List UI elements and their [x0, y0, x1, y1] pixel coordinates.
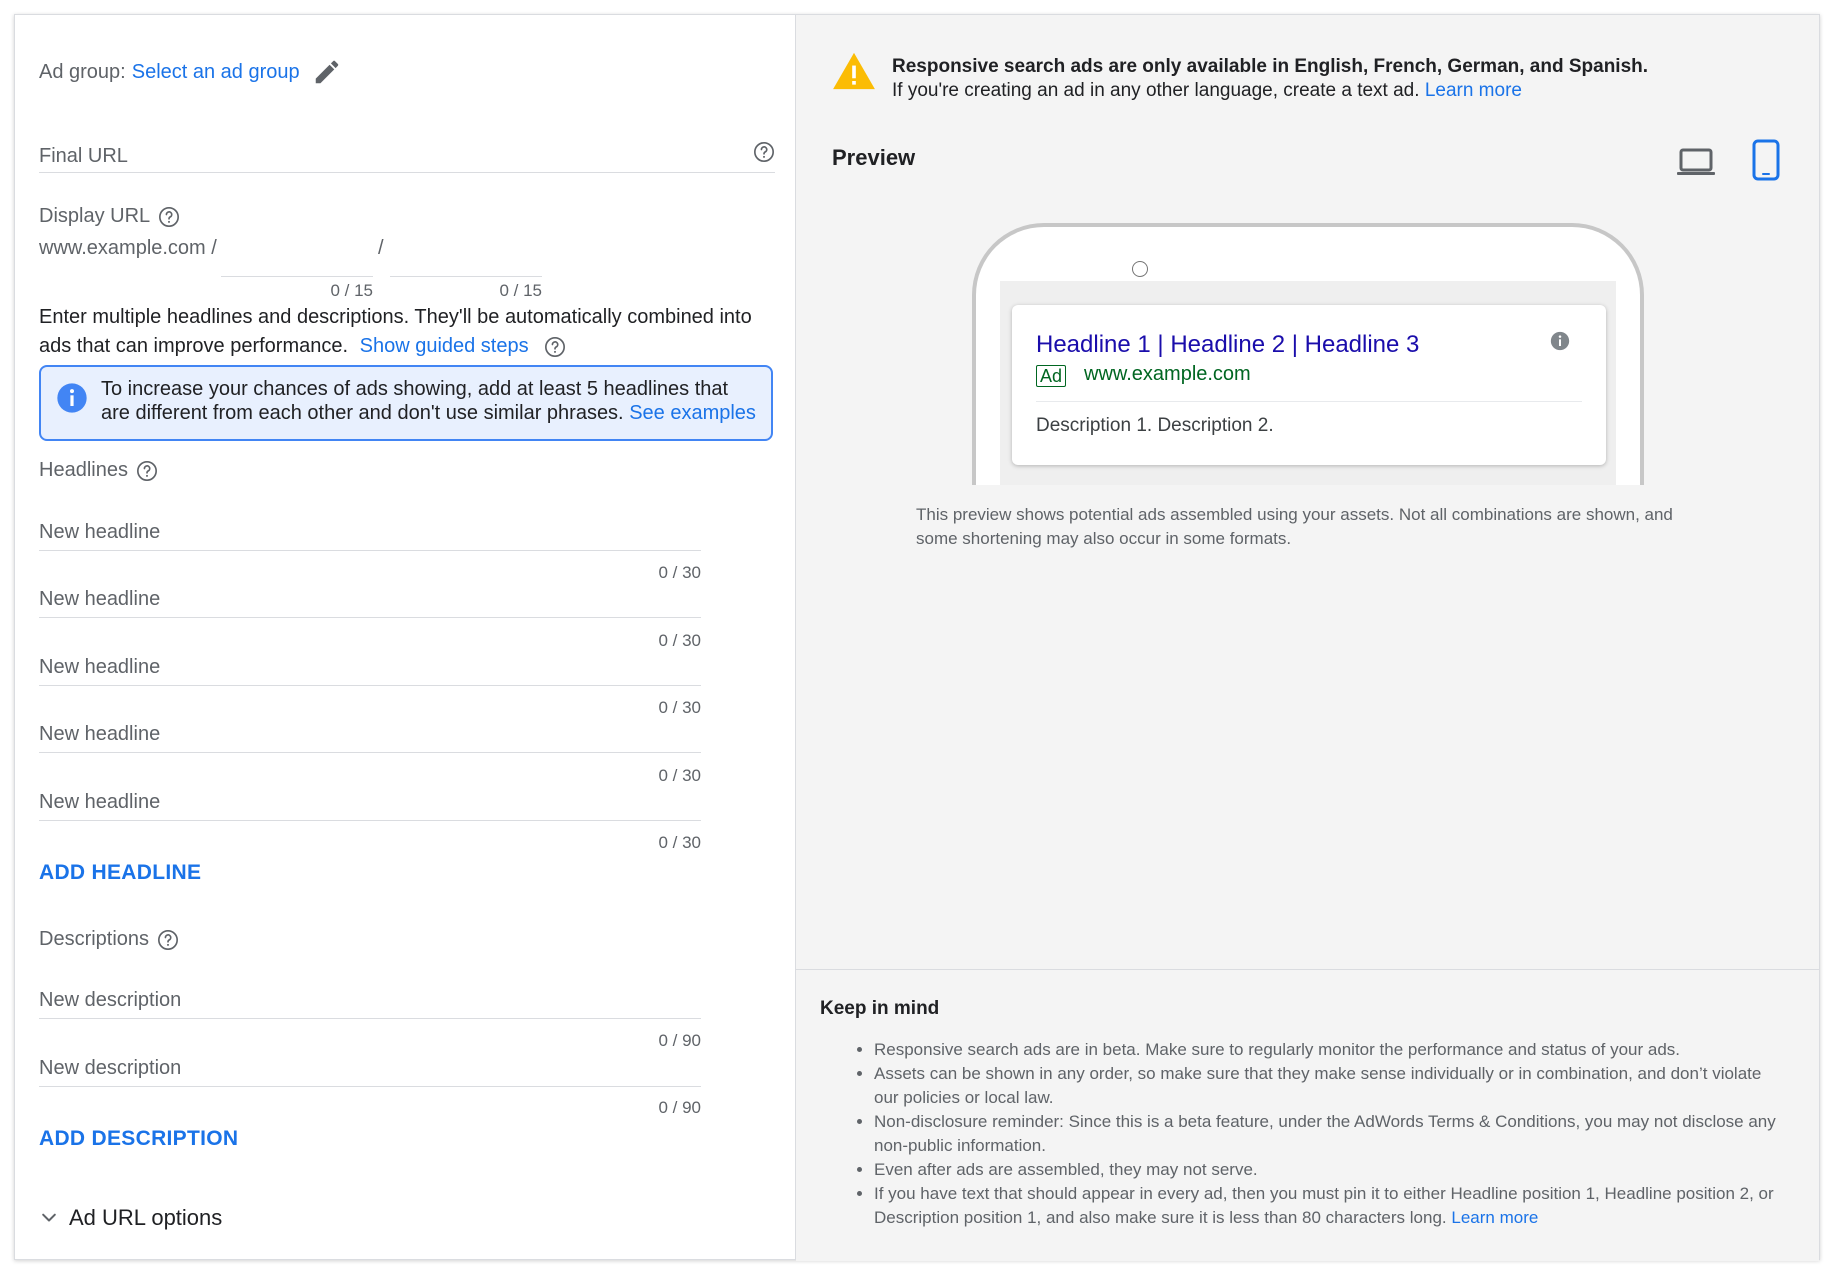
list-item-text: If you have text that should appear in e…: [874, 1184, 1774, 1227]
description-placeholder: New description: [39, 1057, 182, 1079]
display-url-label: Display URL: [39, 205, 180, 228]
headlines-label-text: Headlines: [39, 459, 128, 481]
info-icon[interactable]: [1550, 331, 1570, 351]
add-headline-button[interactable]: ADD HEADLINE: [39, 861, 201, 885]
display-url-base: www.example.com /: [39, 237, 217, 259]
keep-in-mind-title: Keep in mind: [820, 998, 940, 1019]
learn-more-link[interactable]: Learn more: [1451, 1208, 1538, 1227]
laptop-icon[interactable]: [1676, 145, 1716, 179]
warning-title: Responsive search ads are only available…: [892, 56, 1649, 77]
descriptions-label: Descriptions: [39, 928, 179, 951]
description-input-2[interactable]: New description: [39, 1045, 701, 1087]
description-char-count: 0 / 90: [658, 1098, 701, 1117]
headline-placeholder: New headline: [39, 723, 161, 745]
ad-form-panel: Ad group: Select an ad group Final URL D…: [15, 15, 795, 1259]
help-icon[interactable]: [544, 336, 566, 358]
headline-char-count: 0 / 30: [658, 833, 701, 852]
select-ad-group-link[interactable]: Select an ad group: [132, 61, 300, 84]
display-path-1-input[interactable]: [221, 235, 373, 277]
preview-panel: Responsive search ads are only available…: [795, 15, 1819, 1261]
learn-more-link[interactable]: Learn more: [1425, 80, 1522, 101]
add-description-button[interactable]: ADD DESCRIPTION: [39, 1127, 238, 1151]
list-item: Assets can be shown in any order, so mak…: [874, 1062, 1786, 1110]
ad-url-options-toggle[interactable]: Ad URL options: [39, 1205, 222, 1231]
ad-preview-description: Description 1. Description 2.: [1036, 415, 1274, 436]
headlines-label: Headlines: [39, 459, 158, 482]
headline-input-2[interactable]: New headline: [39, 576, 701, 618]
headline-placeholder: New headline: [39, 656, 161, 678]
display-path-2-input[interactable]: [390, 235, 542, 277]
headline-input-4[interactable]: New headline: [39, 711, 701, 753]
ad-group-label: Ad group:: [39, 60, 126, 83]
edit-pencil-icon[interactable]: [312, 57, 342, 87]
headline-input-1[interactable]: New headline: [39, 509, 701, 551]
display-url-label-text: Display URL: [39, 205, 151, 227]
headline-placeholder: New headline: [39, 791, 161, 813]
keep-in-mind-section: Keep in mind Responsive search ads are i…: [796, 969, 1819, 1261]
show-guided-steps-link[interactable]: Show guided steps: [360, 335, 529, 357]
ad-preview-url: www.example.com: [1084, 363, 1251, 385]
phone-camera-icon: [1132, 261, 1148, 277]
info-icon: [57, 383, 87, 413]
descriptions-label-text: Descriptions: [39, 928, 150, 950]
ad-url-options-label: Ad URL options: [69, 1205, 223, 1230]
final-url-placeholder: Final URL: [39, 145, 128, 167]
preview-disclaimer: This preview shows potential ads assembl…: [916, 505, 1673, 548]
headline-placeholder: New headline: [39, 588, 161, 610]
phone-mockup: Headline 1 | Headline 2 | Headline 3 Ad …: [972, 223, 1644, 485]
list-item: Even after ads are assembled, they may n…: [874, 1158, 1786, 1182]
headline-tip-banner: To increase your chances of ads showing,…: [39, 365, 773, 441]
language-warning: Responsive search ads are only available…: [892, 55, 1792, 103]
list-item: Responsive search ads are in beta. Make …: [874, 1038, 1786, 1062]
help-icon[interactable]: [753, 141, 775, 163]
see-examples-link[interactable]: See examples: [629, 402, 756, 424]
keep-in-mind-list: Responsive search ads are in beta. Make …: [856, 1038, 1786, 1230]
phone-screen: Headline 1 | Headline 2 | Headline 3 Ad …: [1000, 281, 1616, 485]
ad-preview-card: Headline 1 | Headline 2 | Headline 3 Ad …: [1012, 305, 1606, 465]
info-text: To increase your chances of ads showing,…: [101, 377, 761, 425]
warning-body: If you're creating an ad in any other la…: [892, 80, 1420, 101]
ad-badge: Ad: [1036, 365, 1067, 387]
chevron-down-icon: [42, 1213, 56, 1222]
list-item: Non-disclosure reminder: Since this is a…: [874, 1110, 1786, 1158]
mobile-phone-icon[interactable]: [1752, 139, 1780, 181]
final-url-field[interactable]: Final URL: [39, 133, 775, 173]
ad-editor-dialog: Ad group: Select an ad group Final URL D…: [14, 14, 1820, 1261]
list-item: If you have text that should appear in e…: [874, 1182, 1786, 1230]
path-1-char-count: 0 / 15: [330, 281, 373, 300]
ad-preview-headline: Headline 1 | Headline 2 | Headline 3: [1036, 331, 1420, 358]
headline-input-5[interactable]: New headline: [39, 779, 701, 821]
intro-text: Enter multiple headlines and description…: [39, 303, 779, 361]
display-path-separator: /: [378, 237, 384, 259]
ad-group-row: Ad group: Select an ad group: [39, 57, 342, 87]
help-icon[interactable]: [136, 460, 158, 482]
description-input-1[interactable]: New description: [39, 977, 701, 1019]
headline-placeholder: New headline: [39, 521, 161, 543]
path-2-char-count: 0 / 15: [499, 281, 542, 300]
help-icon[interactable]: [158, 206, 180, 228]
preview-title: Preview: [832, 145, 916, 170]
divider: [1036, 401, 1582, 402]
warning-icon: [833, 52, 875, 90]
description-placeholder: New description: [39, 989, 182, 1011]
headline-input-3[interactable]: New headline: [39, 644, 701, 686]
help-icon[interactable]: [157, 929, 179, 951]
